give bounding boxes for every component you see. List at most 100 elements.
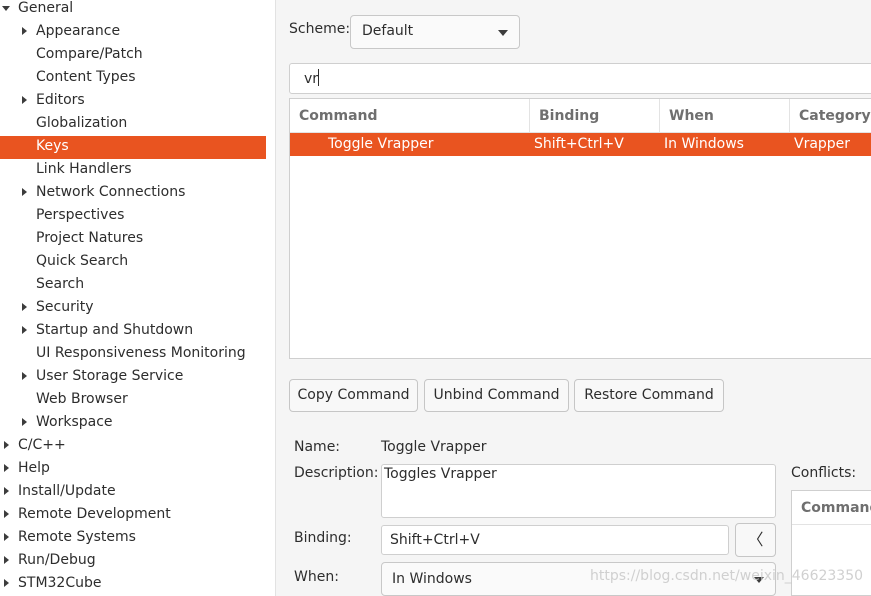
- expand-right-icon[interactable]: [19, 182, 31, 203]
- tree-item-quick-search[interactable]: Quick Search: [0, 251, 266, 274]
- filter-text: vr: [304, 71, 319, 87]
- tree-item-label: Search: [36, 276, 85, 292]
- tree-item-label: Install/Update: [18, 483, 116, 499]
- tree-item-network-connections[interactable]: Network Connections: [0, 182, 266, 205]
- tree-item-label: C/C++: [18, 437, 66, 453]
- cell-category: Vrapper: [794, 136, 851, 152]
- commands-table[interactable]: Command Binding When Category Toggle Vra…: [289, 98, 871, 359]
- expand-right-icon[interactable]: [1, 481, 13, 502]
- tree-item-security[interactable]: Security: [0, 297, 266, 320]
- table-row[interactable]: Toggle Vrapper Shift+Ctrl+V In Windows V…: [290, 133, 871, 156]
- column-header-when[interactable]: When: [660, 99, 790, 133]
- tree-item-run-debug[interactable]: Run/Debug: [0, 550, 266, 573]
- tree-item-label: Link Handlers: [36, 161, 132, 177]
- tree-item-label: UI Responsiveness Monitoring: [36, 345, 246, 361]
- tree-item-remote-systems[interactable]: Remote Systems: [0, 527, 266, 550]
- tree-item-content-types[interactable]: Content Types: [0, 67, 266, 90]
- tree-item-general[interactable]: General: [0, 0, 266, 21]
- preferences-tree[interactable]: General Appearance Compare/Patch Content Ty…: [0, 0, 276, 596]
- angle-left-icon: 〈: [747, 530, 764, 549]
- tree-item-label: Remote Development: [18, 506, 171, 522]
- column-header-category[interactable]: Category: [790, 99, 871, 133]
- expand-right-icon[interactable]: [1, 458, 13, 479]
- description-value: Toggles Vrapper: [384, 466, 497, 482]
- tree-item-startup-and-shutdown[interactable]: Startup and Shutdown: [0, 320, 266, 343]
- tree-item-label: Remote Systems: [18, 529, 136, 545]
- tree-item-label: Web Browser: [36, 391, 128, 407]
- tree-item-stm32cube[interactable]: STM32Cube: [0, 573, 266, 596]
- expand-right-icon[interactable]: [1, 550, 13, 571]
- conflicts-label: Conflicts:: [791, 465, 857, 481]
- tree-item-appearance[interactable]: Appearance: [0, 21, 266, 44]
- text-cursor: [318, 69, 320, 86]
- tree-item-user-storage-service[interactable]: User Storage Service: [0, 366, 266, 389]
- restore-command-button[interactable]: Restore Command: [574, 379, 724, 412]
- tree-item-perspectives[interactable]: Perspectives: [0, 205, 266, 228]
- binding-menu-button[interactable]: 〈: [735, 523, 776, 557]
- expand-right-icon[interactable]: [1, 504, 13, 525]
- tree-item-c-c[interactable]: C/C++: [0, 435, 266, 458]
- tree-item-ui-responsiveness-monitoring[interactable]: UI Responsiveness Monitoring: [0, 343, 266, 366]
- cell-binding: Shift+Ctrl+V: [534, 136, 624, 152]
- expand-right-icon[interactable]: [1, 435, 13, 456]
- tree-item-label: General: [18, 0, 74, 16]
- expand-right-icon[interactable]: [19, 297, 31, 318]
- expand-right-icon[interactable]: [19, 320, 31, 341]
- expand-down-icon[interactable]: [1, 0, 13, 19]
- when-label: When:: [294, 569, 339, 585]
- unbind-command-button[interactable]: Unbind Command: [424, 379, 569, 412]
- tree-item-remote-development[interactable]: Remote Development: [0, 504, 266, 527]
- cell-command: Toggle Vrapper: [328, 136, 434, 152]
- when-value: In Windows: [392, 571, 472, 587]
- column-header-command[interactable]: Command: [290, 99, 530, 133]
- tree-item-label: Network Connections: [36, 184, 186, 200]
- tree-item-search[interactable]: Search: [0, 274, 266, 297]
- tree-item-help[interactable]: Help: [0, 458, 266, 481]
- binding-value: Shift+Ctrl+V: [390, 532, 480, 548]
- tree-item-project-natures[interactable]: Project Natures: [0, 228, 266, 251]
- tree-item-label: STM32Cube: [18, 575, 102, 591]
- tree-item-label: Run/Debug: [18, 552, 96, 568]
- scheme-value: Default: [362, 23, 414, 39]
- tree-item-label: Keys: [36, 138, 69, 154]
- name-value: Toggle Vrapper: [381, 439, 487, 455]
- tree-item-label: Workspace: [36, 414, 113, 430]
- tree-item-globalization[interactable]: Globalization: [0, 113, 266, 136]
- copy-command-button[interactable]: Copy Command: [289, 379, 418, 412]
- tree-item-label: Project Natures: [36, 230, 144, 246]
- tree-item-compare-patch[interactable]: Compare/Patch: [0, 44, 266, 67]
- tree-item-keys[interactable]: Keys: [0, 136, 266, 159]
- tree-item-label: Security: [36, 299, 94, 315]
- tree-item-label: Quick Search: [36, 253, 129, 269]
- tree-item-label: Startup and Shutdown: [36, 322, 194, 338]
- expand-right-icon[interactable]: [19, 90, 31, 111]
- description-field[interactable]: Toggles Vrapper: [381, 464, 776, 518]
- tree-item-label: Compare/Patch: [36, 46, 143, 62]
- expand-right-icon[interactable]: [19, 21, 31, 42]
- expand-right-icon[interactable]: [1, 573, 13, 594]
- expand-right-icon[interactable]: [19, 412, 31, 433]
- filter-input[interactable]: vr: [289, 63, 871, 94]
- tree-item-link-handlers[interactable]: Link Handlers: [0, 159, 266, 182]
- tree-item-label: User Storage Service: [36, 368, 184, 384]
- column-header-conflicts-command[interactable]: Command: [792, 491, 871, 525]
- scheme-label: Scheme:: [289, 21, 351, 37]
- binding-label: Binding:: [294, 530, 352, 546]
- keys-preference-page: Scheme: Default vr Command Binding When …: [277, 0, 871, 596]
- tree-item-web-browser[interactable]: Web Browser: [0, 389, 266, 412]
- tree-item-label: Help: [18, 460, 50, 476]
- column-header-binding[interactable]: Binding: [530, 99, 660, 133]
- tree-item-install-update[interactable]: Install/Update: [0, 481, 266, 504]
- description-label: Description:: [294, 465, 379, 481]
- watermark: https://blog.csdn.net/weixin_46623350: [590, 568, 864, 584]
- tree-item-label: Editors: [36, 92, 85, 108]
- tree-item-label: Globalization: [36, 115, 128, 131]
- tree-item-workspace[interactable]: Workspace: [0, 412, 266, 435]
- name-label: Name:: [294, 439, 341, 455]
- expand-right-icon[interactable]: [1, 527, 13, 548]
- scheme-select[interactable]: Default: [350, 15, 520, 49]
- tree-item-editors[interactable]: Editors: [0, 90, 266, 113]
- cell-when: In Windows: [664, 136, 744, 152]
- binding-field[interactable]: Shift+Ctrl+V: [381, 525, 729, 555]
- expand-right-icon[interactable]: [19, 366, 31, 387]
